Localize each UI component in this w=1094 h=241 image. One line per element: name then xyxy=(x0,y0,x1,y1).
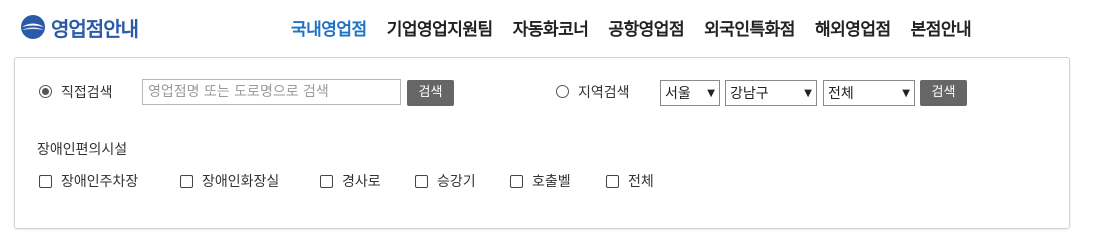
direct-search-radio[interactable] xyxy=(39,85,52,98)
direct-search-button[interactable]: 검색 xyxy=(407,80,454,106)
region-search-button[interactable]: 검색 xyxy=(920,80,967,106)
nav-item-corporate-support[interactable]: 기업영업지원팀 xyxy=(387,15,493,40)
facility-checkbox-parking[interactable] xyxy=(39,175,52,188)
nav-item-foreigner-branches[interactable]: 외국인특화점 xyxy=(704,15,795,40)
area-select-value: 전체 xyxy=(828,86,854,102)
logo-text: 영업점안내 xyxy=(51,16,139,41)
facility-checkbox-all[interactable] xyxy=(606,175,619,188)
main-nav: 국내영업점 기업영업지원팀 자동화코너 공항영업점 외국인특화점 해외영업점 본… xyxy=(291,15,972,40)
chevron-down-icon: ▼ xyxy=(707,87,715,99)
bank-logo-icon xyxy=(21,15,45,39)
facility-label-all: 전체 xyxy=(628,174,654,190)
chevron-down-icon: ▼ xyxy=(902,87,910,99)
facility-checkbox-restroom[interactable] xyxy=(180,175,193,188)
region-search-radio[interactable] xyxy=(556,85,569,98)
direct-search-label: 직접검색 xyxy=(61,85,113,101)
city-select-value: 서울 xyxy=(665,86,691,102)
search-panel: 직접검색 검색 지역검색 서울 ▼ 강남구 ▼ 전체 ▼ 검색 장애인편의시설 … xyxy=(14,57,1070,229)
region-search-label: 지역검색 xyxy=(578,85,630,101)
facility-checkbox-ramp[interactable] xyxy=(320,175,333,188)
facility-label-call-bell: 호출벨 xyxy=(532,174,571,190)
nav-item-domestic-branches[interactable]: 국내영업점 xyxy=(291,15,367,40)
nav-item-atm-corner[interactable]: 자동화코너 xyxy=(513,15,589,40)
nav-item-head-office[interactable]: 본점안내 xyxy=(911,15,972,40)
facility-checkbox-elevator[interactable] xyxy=(415,175,428,188)
district-select-value: 강남구 xyxy=(730,86,769,102)
logo[interactable]: 영업점안내 xyxy=(20,13,139,41)
facility-label-restroom: 장애인화장실 xyxy=(202,174,280,190)
facilities-title: 장애인편의시설 xyxy=(37,142,128,158)
branch-search-input[interactable] xyxy=(142,79,401,105)
facility-label-parking: 장애인주차장 xyxy=(61,174,139,190)
chevron-down-icon: ▼ xyxy=(804,87,812,99)
nav-item-overseas-branches[interactable]: 해외영업점 xyxy=(815,15,891,40)
area-select[interactable]: 전체 ▼ xyxy=(823,80,915,106)
nav-item-airport-branches[interactable]: 공항영업점 xyxy=(608,15,684,40)
facility-checkbox-call-bell[interactable] xyxy=(510,175,523,188)
city-select[interactable]: 서울 ▼ xyxy=(660,80,720,106)
facility-label-elevator: 승강기 xyxy=(437,174,476,190)
facility-label-ramp: 경사로 xyxy=(342,174,381,190)
district-select[interactable]: 강남구 ▼ xyxy=(725,80,817,106)
